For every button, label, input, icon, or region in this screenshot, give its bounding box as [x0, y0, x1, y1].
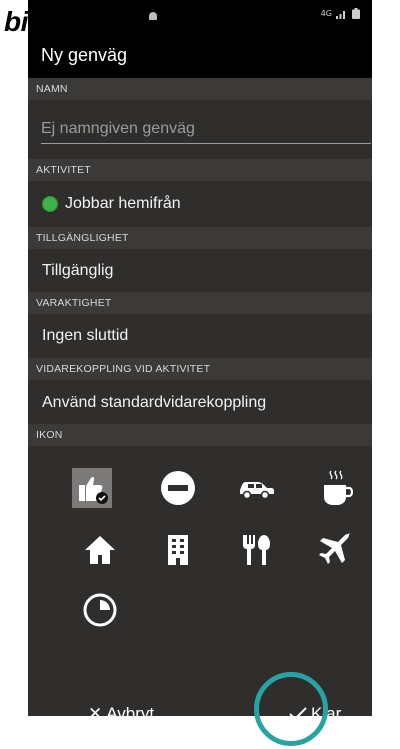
activity-selector[interactable]: Jobbar hemifrån — [28, 182, 372, 226]
section-header-activity: AKTIVITET — [28, 159, 372, 181]
availability-value: Tillgänglig — [42, 262, 114, 279]
airplane-icon[interactable] — [316, 530, 356, 570]
section-header-availability: TILLGÄNGLIGHET — [28, 227, 372, 249]
cancel-button[interactable]: ✕ Avbryt — [88, 704, 154, 716]
forwarding-selector[interactable]: Använd standardvidarekoppling — [28, 381, 372, 425]
highlight-ring — [254, 672, 328, 746]
signal-icon — [336, 10, 345, 19]
duration-value: Ingen sluttid — [42, 327, 129, 344]
status-icons: 4G — [321, 8, 360, 19]
forwarding-value: Använd standardvidarekoppling — [42, 394, 267, 411]
office-building-icon[interactable] — [158, 530, 198, 570]
notification-icon — [149, 12, 157, 20]
app-bar: Ny genväg — [28, 33, 372, 78]
network-type-label: 4G — [320, 9, 332, 18]
section-header-name: NAMN — [28, 78, 372, 100]
battery-icon — [352, 8, 360, 19]
page-title: Ny genväg — [41, 45, 128, 65]
section-header-forwarding: VIDAREKOPPLING VID AKTIVITET — [28, 358, 372, 380]
coffee-cup-icon[interactable] — [316, 468, 356, 508]
availability-selector[interactable]: Tillgänglig — [28, 249, 372, 293]
status-bar: 4G — [28, 0, 372, 33]
thumbs-up-icon[interactable] — [72, 468, 112, 508]
home-icon[interactable] — [80, 530, 120, 570]
icon-grid — [28, 440, 372, 690]
restaurant-icon[interactable] — [236, 530, 276, 570]
duration-selector[interactable]: Ingen sluttid — [28, 314, 372, 358]
activity-status-dot-icon — [42, 196, 58, 212]
cancel-label: Avbryt — [106, 704, 155, 716]
do-not-disturb-icon[interactable] — [158, 468, 198, 508]
phone-screen: 4G Ny genväg NAMN Ej namngiven genväg AK… — [28, 0, 372, 716]
section-header-duration: VARAKTIGHET — [28, 292, 372, 314]
car-icon[interactable] — [236, 468, 276, 508]
activity-value: Jobbar hemifrån — [65, 195, 181, 212]
clock-icon[interactable] — [80, 590, 120, 630]
close-icon: ✕ — [88, 704, 103, 716]
shortcut-name-input[interactable]: Ej namngiven genväg — [41, 114, 371, 144]
